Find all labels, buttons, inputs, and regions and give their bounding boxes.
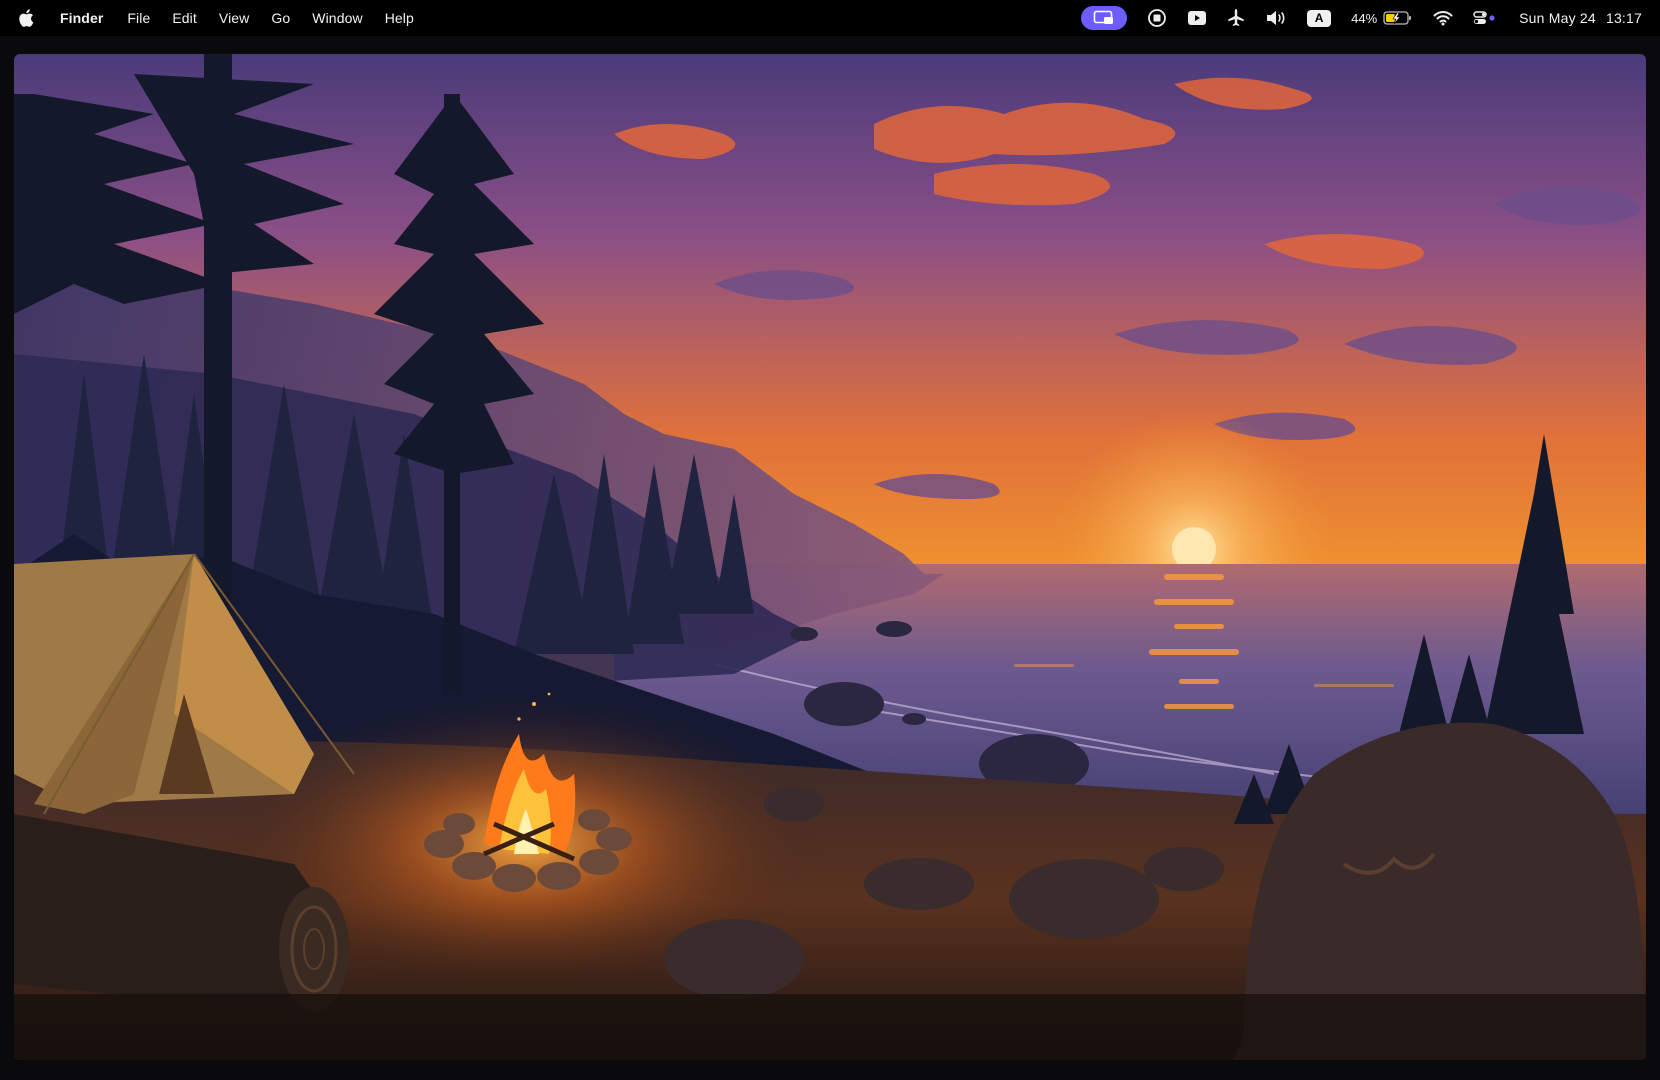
desktop[interactable] bbox=[0, 36, 1660, 1080]
flight-icon[interactable] bbox=[1227, 6, 1245, 30]
battery-percent: 44% bbox=[1351, 10, 1378, 26]
screen-share-icon[interactable] bbox=[1081, 6, 1128, 30]
menu-view[interactable]: View bbox=[219, 10, 250, 26]
volume-icon[interactable] bbox=[1265, 6, 1287, 30]
battery-icon bbox=[1383, 11, 1412, 25]
menu-help[interactable]: Help bbox=[385, 10, 414, 26]
apple-menu-icon[interactable] bbox=[18, 9, 34, 27]
menu-go[interactable]: Go bbox=[271, 10, 290, 26]
wifi-icon[interactable] bbox=[1433, 6, 1453, 30]
input-source-label: A bbox=[1307, 9, 1332, 27]
clock-date: Sun May 24 bbox=[1519, 10, 1596, 26]
video-icon[interactable] bbox=[1187, 6, 1207, 30]
menu-file[interactable]: File bbox=[127, 10, 150, 26]
menu-bar-right: A 44% Sun May 24 13:17 bbox=[1081, 0, 1660, 36]
menu-bar: Finder File Edit View Go Window Help A 4… bbox=[0, 0, 1660, 36]
control-center-icon[interactable] bbox=[1473, 6, 1497, 30]
battery-status[interactable]: 44% bbox=[1351, 6, 1413, 30]
input-source-icon[interactable]: A bbox=[1307, 6, 1332, 30]
menu-finder[interactable]: Finder bbox=[60, 10, 103, 26]
menu-window[interactable]: Window bbox=[312, 10, 362, 26]
menu-bar-left: Finder File Edit View Go Window Help bbox=[0, 0, 436, 36]
menu-bar-clock[interactable]: Sun May 24 13:17 bbox=[1519, 10, 1642, 26]
clock-time: 13:17 bbox=[1605, 10, 1642, 26]
campsite-sunset-wallpaper bbox=[14, 54, 1646, 1060]
record-icon[interactable] bbox=[1147, 6, 1167, 30]
menu-edit[interactable]: Edit bbox=[172, 10, 197, 26]
